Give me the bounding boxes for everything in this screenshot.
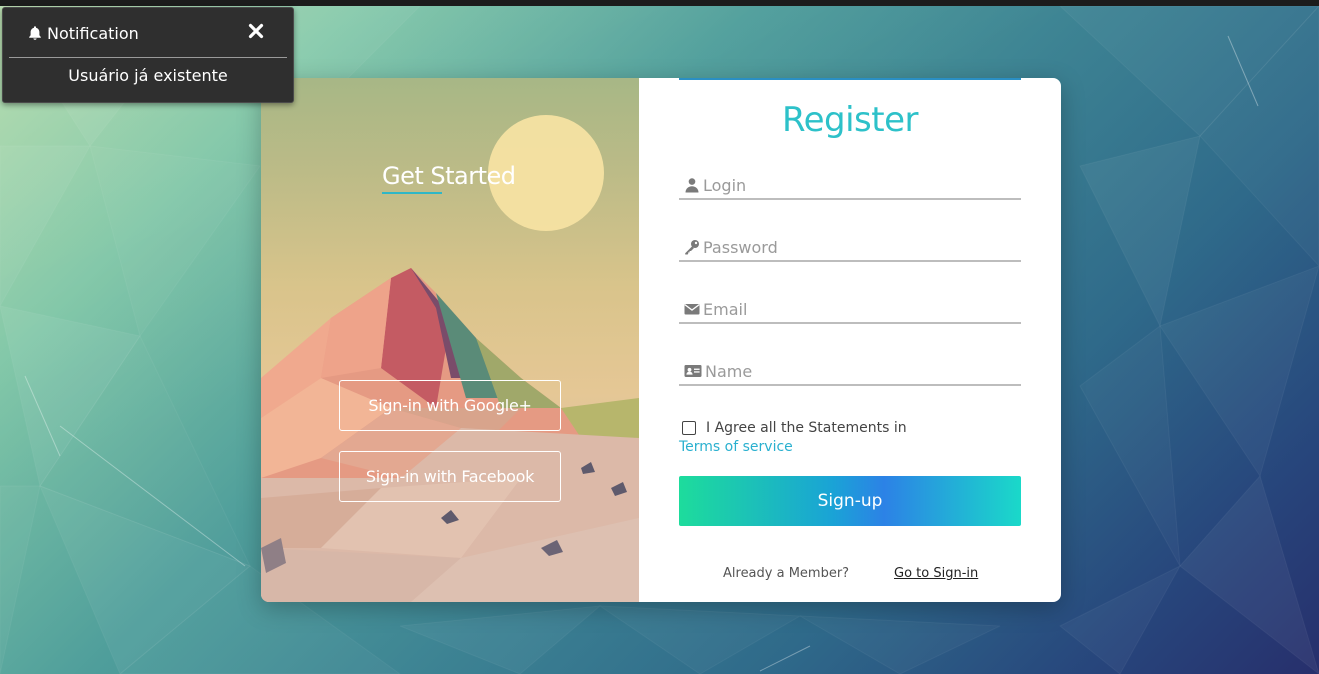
id-card-icon [684,365,702,377]
register-title: Register [782,100,918,140]
already-member-text: Already a Member? [723,566,850,581]
signup-button[interactable]: Sign-up [679,476,1021,526]
user-icon [685,178,699,193]
hero-panel: Get Started Sign-in with Google+ Sign-in… [261,78,639,602]
terms-agreement: I Agree all the Statements in [682,420,907,436]
notification-divider [9,57,287,58]
google-signin-button[interactable]: Sign-in with Google+ [339,380,561,431]
bell-icon [29,26,41,40]
name-input[interactable] [705,358,1021,384]
email-field [679,296,1021,324]
mountain-illustration [261,115,639,602]
close-icon[interactable] [247,22,265,40]
terms-checkbox[interactable] [682,421,696,435]
hero-title-underline [382,192,442,194]
terms-of-service-link[interactable]: Terms of service [679,439,793,455]
name-field [679,358,1021,386]
login-input[interactable] [703,172,1021,198]
register-panel: Register Login Email Name I Agree all th… [639,78,1061,602]
go-to-signin-link[interactable]: Go to Sign-in [894,566,978,581]
notification-toast: Notification Usuário já existente [2,7,294,103]
register-card: Get Started Sign-in with Google+ Sign-in… [261,78,1061,602]
facebook-signin-button[interactable]: Sign-in with Facebook [339,451,561,502]
terms-agreement-text: I Agree all the Statements in [706,420,907,436]
panel-top-accent [679,78,1021,80]
login-field [679,172,1021,200]
password-input[interactable] [703,234,1021,260]
notification-message: Usuário já existente [68,66,228,85]
notification-header: Notification [3,8,293,58]
email-input[interactable] [703,296,1021,322]
key-icon [685,240,699,255]
password-field [679,234,1021,262]
hero-title: Get Started [382,162,516,190]
notification-title: Notification [47,23,139,43]
envelope-icon [684,304,700,315]
